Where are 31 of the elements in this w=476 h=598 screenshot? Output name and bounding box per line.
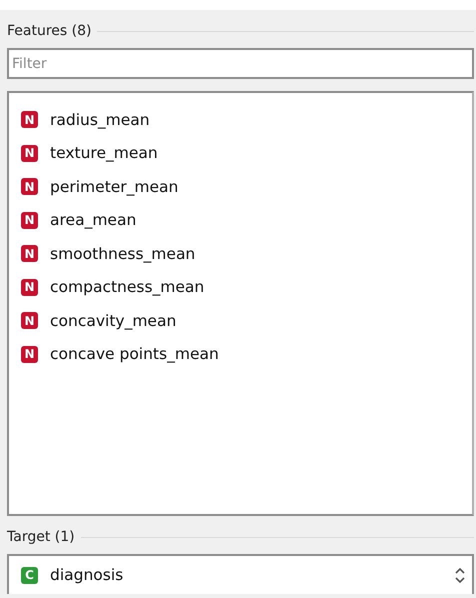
variable-name: concavity_mean — [50, 312, 176, 330]
variable-type-icon: N — [21, 312, 38, 330]
variable-name: texture_mean — [50, 144, 158, 162]
variable-name: concave points_mean — [50, 345, 219, 364]
variable-name: perimeter_mean — [50, 178, 178, 196]
variable-type-icon: C — [21, 566, 38, 584]
variable-type-icon: N — [21, 212, 38, 229]
variable-name: area_mean — [50, 211, 136, 230]
variable-name: radius_mean — [50, 110, 150, 129]
target-dropdown[interactable]: C diagnosis — [7, 554, 474, 594]
section-title: Target (1) — [7, 529, 75, 545]
feature-item[interactable]: N perimeter_mean — [21, 170, 472, 204]
feature-item[interactable]: N radius_mean — [21, 103, 472, 136]
feature-item[interactable]: N area_mean — [21, 204, 472, 237]
up-down-arrows-icon — [454, 566, 466, 584]
feature-item[interactable]: N concavity_mean — [21, 304, 472, 338]
feature-item[interactable]: N concave points_mean — [21, 338, 472, 371]
variable-type-icon: N — [21, 111, 38, 128]
feature-item[interactable]: N smoothness_mean — [21, 237, 472, 270]
feature-item[interactable]: N texture_mean — [21, 136, 472, 170]
variable-name: diagnosis — [50, 566, 124, 584]
variable-name: smoothness_mean — [50, 244, 196, 263]
variable-type-icon: N — [21, 346, 38, 363]
variable-name: compactness_mean — [50, 278, 204, 296]
variable-type-icon: N — [21, 278, 38, 296]
variable-type-icon: N — [21, 245, 38, 262]
filter-field[interactable]: Filter — [7, 48, 474, 79]
feature-item[interactable]: N compactness_mean — [21, 270, 472, 304]
variable-type-icon: N — [21, 144, 38, 162]
section-title: Features (8) — [7, 23, 92, 39]
variable-type-icon: N — [21, 178, 38, 196]
